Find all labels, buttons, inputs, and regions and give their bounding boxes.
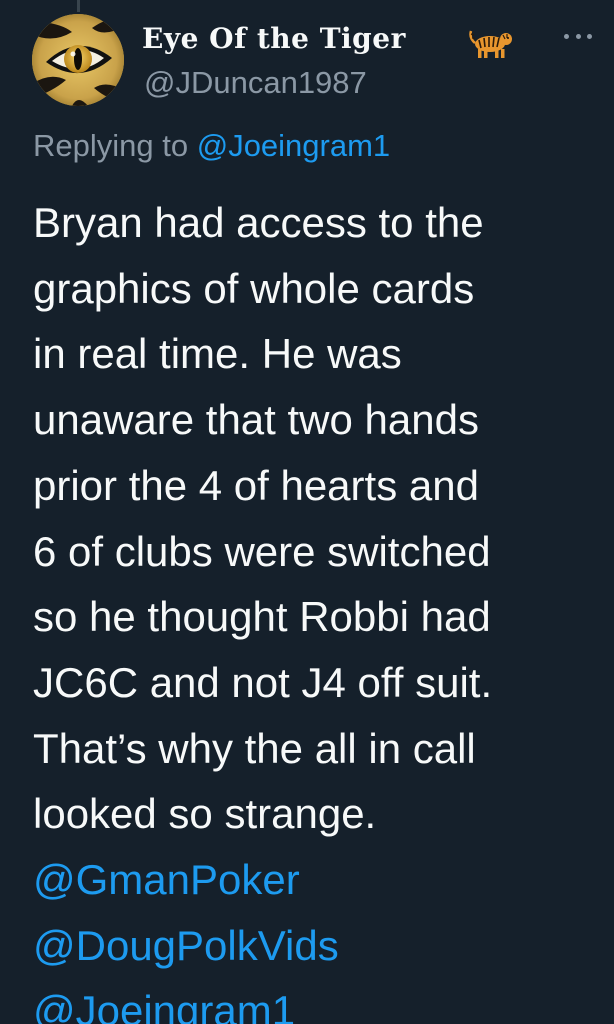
avatar[interactable] (32, 14, 124, 106)
more-dot (587, 33, 592, 39)
mention-link-dougpolkvids[interactable]: @DougPolkVids (33, 913, 339, 979)
tiger-eye-avatar-icon (32, 14, 124, 106)
tweet-mentions: @GmanPoker @DougPolkVids @Joeingram1 (33, 847, 339, 1024)
mention-link-joeingram1[interactable]: @Joeingram1 (33, 978, 339, 1024)
more-dot (564, 33, 569, 39)
replying-to-label: Replying to (33, 128, 189, 163)
more-dot (575, 33, 581, 39)
tweet-screen: Eye Of the Tiger @JDuncan1987 Replying t… (0, 0, 614, 1024)
mention-link-gmanpoker[interactable]: @GmanPoker (33, 847, 339, 913)
replying-to: Replying to @Joeingram1 (33, 126, 390, 166)
user-handle[interactable]: @JDuncan1987 (144, 64, 367, 102)
tweet-text: Bryan had access to the graphics of whol… (33, 199, 493, 838)
tiger-emoji-icon (468, 26, 514, 60)
replying-to-mention-link[interactable]: @Joeingram1 (197, 128, 390, 163)
thread-connector-line (77, 0, 80, 12)
display-name[interactable]: Eye Of the Tiger (142, 22, 406, 56)
more-options-icon[interactable] (564, 30, 592, 42)
